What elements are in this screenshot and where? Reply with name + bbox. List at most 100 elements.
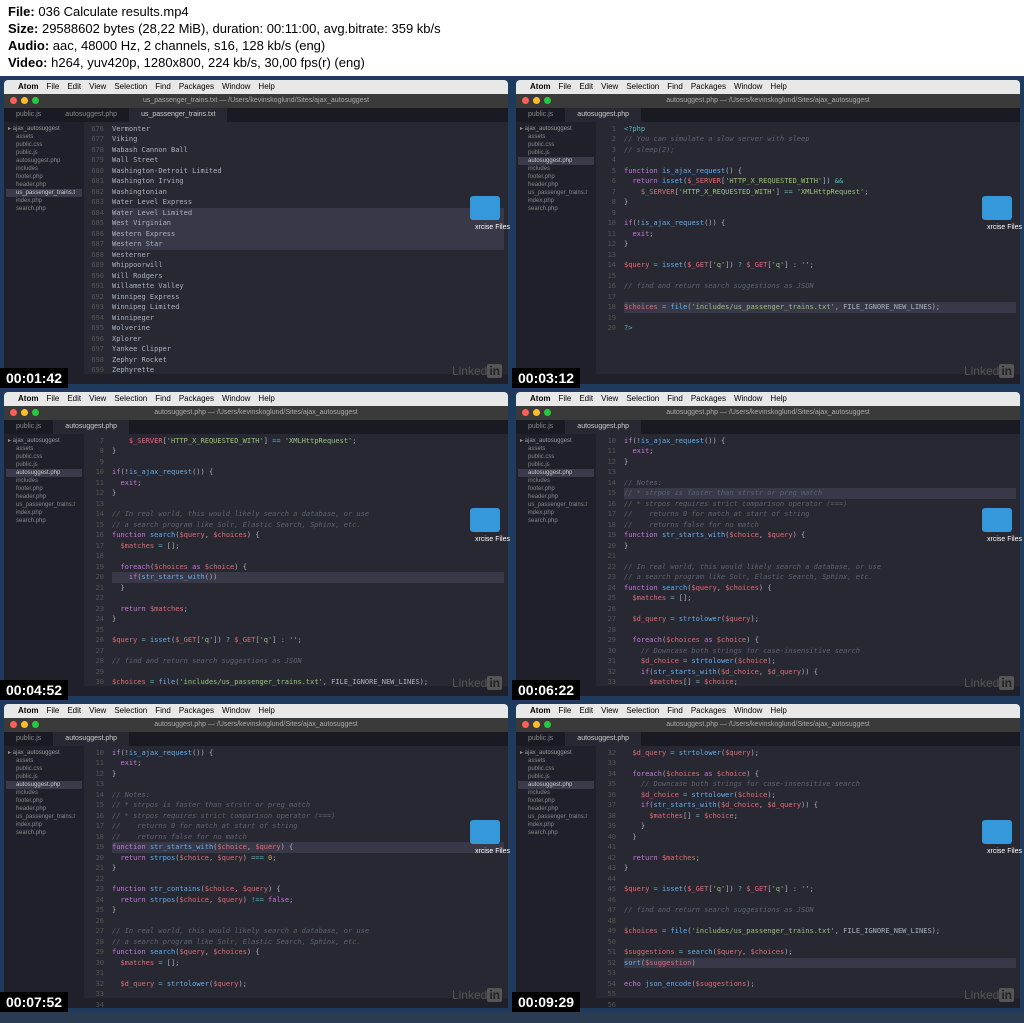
menu-item[interactable]: Find (155, 82, 171, 91)
file-tree-item[interactable]: footer.php (518, 173, 594, 181)
file-tree[interactable]: ▸ ajax_autosuggestassetspublic.csspublic… (4, 122, 84, 374)
menu-item[interactable]: Find (155, 706, 171, 715)
menu-item[interactable]: Find (667, 706, 683, 715)
menubar[interactable]: AtomFileEditViewSelectionFindPackagesWin… (516, 80, 1020, 94)
menubar[interactable]: AtomFileEditViewSelectionFindPackagesWin… (4, 392, 508, 406)
menu-item[interactable]: Help (770, 394, 786, 403)
file-tree-item[interactable]: footer.php (518, 797, 594, 805)
folder-icon[interactable] (470, 820, 500, 844)
code-area[interactable]: $_SERVER['HTTP_X_REQUESTED_WITH'] == 'XM… (108, 434, 508, 686)
file-tree-item[interactable]: header.php (6, 493, 82, 501)
file-tree-item[interactable]: search.php (518, 829, 594, 837)
titlebar[interactable]: autosuggest.php — /Users/kevinskoglund/S… (516, 718, 1020, 732)
menu-item[interactable]: Edit (579, 394, 593, 403)
folder-icon[interactable] (470, 196, 500, 220)
file-tree-item[interactable]: header.php (518, 493, 594, 501)
titlebar[interactable]: us_passenger_trains.txt — /Users/kevinsk… (4, 94, 508, 108)
file-tree[interactable]: ▸ ajax_autosuggestassetspublic.csspublic… (516, 746, 596, 998)
file-tree-item[interactable]: us_passenger_trains.t (518, 501, 594, 509)
menubar[interactable]: AtomFileEditViewSelectionFindPackagesWin… (4, 704, 508, 718)
file-tree-item[interactable]: header.php (6, 181, 82, 189)
menu-item[interactable]: View (89, 706, 106, 715)
minimize-icon[interactable] (21, 409, 28, 416)
menu-item[interactable]: Atom (530, 706, 550, 715)
menu-item[interactable]: Packages (179, 82, 214, 91)
file-tree-item[interactable]: assets (518, 757, 594, 765)
menu-item[interactable]: Selection (114, 706, 147, 715)
menu-item[interactable]: Edit (579, 706, 593, 715)
tab-bar[interactable]: public.jsautosuggest.php (516, 108, 1020, 122)
file-tree-item[interactable]: includes (6, 165, 82, 173)
file-tree-item[interactable]: assets (6, 445, 82, 453)
tab[interactable]: autosuggest.php (53, 732, 129, 746)
titlebar[interactable]: autosuggest.php — /Users/kevinskoglund/S… (4, 718, 508, 732)
menu-item[interactable]: Help (258, 82, 274, 91)
file-tree-item[interactable]: public.css (6, 141, 82, 149)
file-tree-item[interactable]: header.php (6, 805, 82, 813)
menu-item[interactable]: Packages (179, 706, 214, 715)
menu-item[interactable]: Help (258, 394, 274, 403)
file-tree-item[interactable]: public.css (518, 765, 594, 773)
file-tree-item[interactable]: search.php (6, 829, 82, 837)
tab[interactable]: public.js (4, 420, 53, 434)
file-tree-item[interactable]: index.php (6, 821, 82, 829)
menu-item[interactable]: Atom (530, 394, 550, 403)
menu-item[interactable]: Window (222, 82, 250, 91)
minimize-icon[interactable] (533, 721, 540, 728)
file-tree-item[interactable]: search.php (6, 517, 82, 525)
file-tree-item[interactable]: assets (518, 445, 594, 453)
file-tree-item[interactable]: autosuggest.php (6, 469, 82, 477)
maximize-icon[interactable] (544, 409, 551, 416)
file-tree-item[interactable]: autosuggest.php (518, 781, 594, 789)
maximize-icon[interactable] (544, 97, 551, 104)
menu-item[interactable]: Packages (691, 394, 726, 403)
folder[interactable]: ▸ ajax_autosuggest (518, 748, 594, 757)
tab[interactable]: autosuggest.php (53, 420, 129, 434)
file-tree-item[interactable]: includes (518, 165, 594, 173)
maximize-icon[interactable] (32, 409, 39, 416)
file-tree-item[interactable]: assets (6, 133, 82, 141)
file-tree-item[interactable]: public.css (518, 453, 594, 461)
menu-item[interactable]: Atom (18, 82, 38, 91)
close-icon[interactable] (522, 97, 529, 104)
minimize-icon[interactable] (533, 409, 540, 416)
file-tree-item[interactable]: public.css (6, 765, 82, 773)
menu-item[interactable]: Edit (67, 706, 81, 715)
tab[interactable]: autosuggest.php (565, 420, 641, 434)
menubar[interactable]: AtomFileEditViewSelectionFindPackagesWin… (516, 704, 1020, 718)
menu-item[interactable]: View (601, 82, 618, 91)
titlebar[interactable]: autosuggest.php — /Users/kevinskoglund/S… (516, 406, 1020, 420)
file-tree-item[interactable]: footer.php (518, 485, 594, 493)
titlebar[interactable]: autosuggest.php — /Users/kevinskoglund/S… (4, 406, 508, 420)
menu-item[interactable]: Edit (67, 82, 81, 91)
file-tree-item[interactable]: autosuggest.php (6, 781, 82, 789)
file-tree-item[interactable]: us_passenger_trains.t (6, 501, 82, 509)
tab-bar[interactable]: public.jsautosuggest.phpus_passenger_tra… (4, 108, 508, 122)
file-tree-item[interactable]: search.php (518, 205, 594, 213)
file-tree-item[interactable]: includes (518, 477, 594, 485)
file-tree-item[interactable]: header.php (518, 181, 594, 189)
maximize-icon[interactable] (32, 721, 39, 728)
menu-item[interactable]: Window (734, 82, 762, 91)
file-tree[interactable]: ▸ ajax_autosuggestassetspublic.csspublic… (516, 434, 596, 686)
menu-item[interactable]: Packages (179, 394, 214, 403)
file-tree-item[interactable]: us_passenger_trains.t (518, 189, 594, 197)
file-tree-item[interactable]: header.php (518, 805, 594, 813)
file-tree-item[interactable]: us_passenger_trains.t (518, 813, 594, 821)
code-area[interactable]: if(!is_ajax_request()) { exit; } // Note… (620, 434, 1020, 686)
tab[interactable]: us_passenger_trains.txt (129, 108, 227, 122)
close-icon[interactable] (522, 409, 529, 416)
file-tree-item[interactable]: footer.php (6, 797, 82, 805)
close-icon[interactable] (522, 721, 529, 728)
menu-item[interactable]: Selection (626, 82, 659, 91)
file-tree-item[interactable]: search.php (6, 205, 82, 213)
tab-bar[interactable]: public.jsautosuggest.php (4, 420, 508, 434)
menu-item[interactable]: File (558, 82, 571, 91)
minimize-icon[interactable] (21, 97, 28, 104)
close-icon[interactable] (10, 97, 17, 104)
folder[interactable]: ▸ ajax_autosuggest (518, 436, 594, 445)
file-tree-item[interactable]: footer.php (6, 173, 82, 181)
file-tree-item[interactable]: includes (6, 477, 82, 485)
file-tree-item[interactable]: us_passenger_trains.t (6, 813, 82, 821)
menu-item[interactable]: Atom (18, 394, 38, 403)
